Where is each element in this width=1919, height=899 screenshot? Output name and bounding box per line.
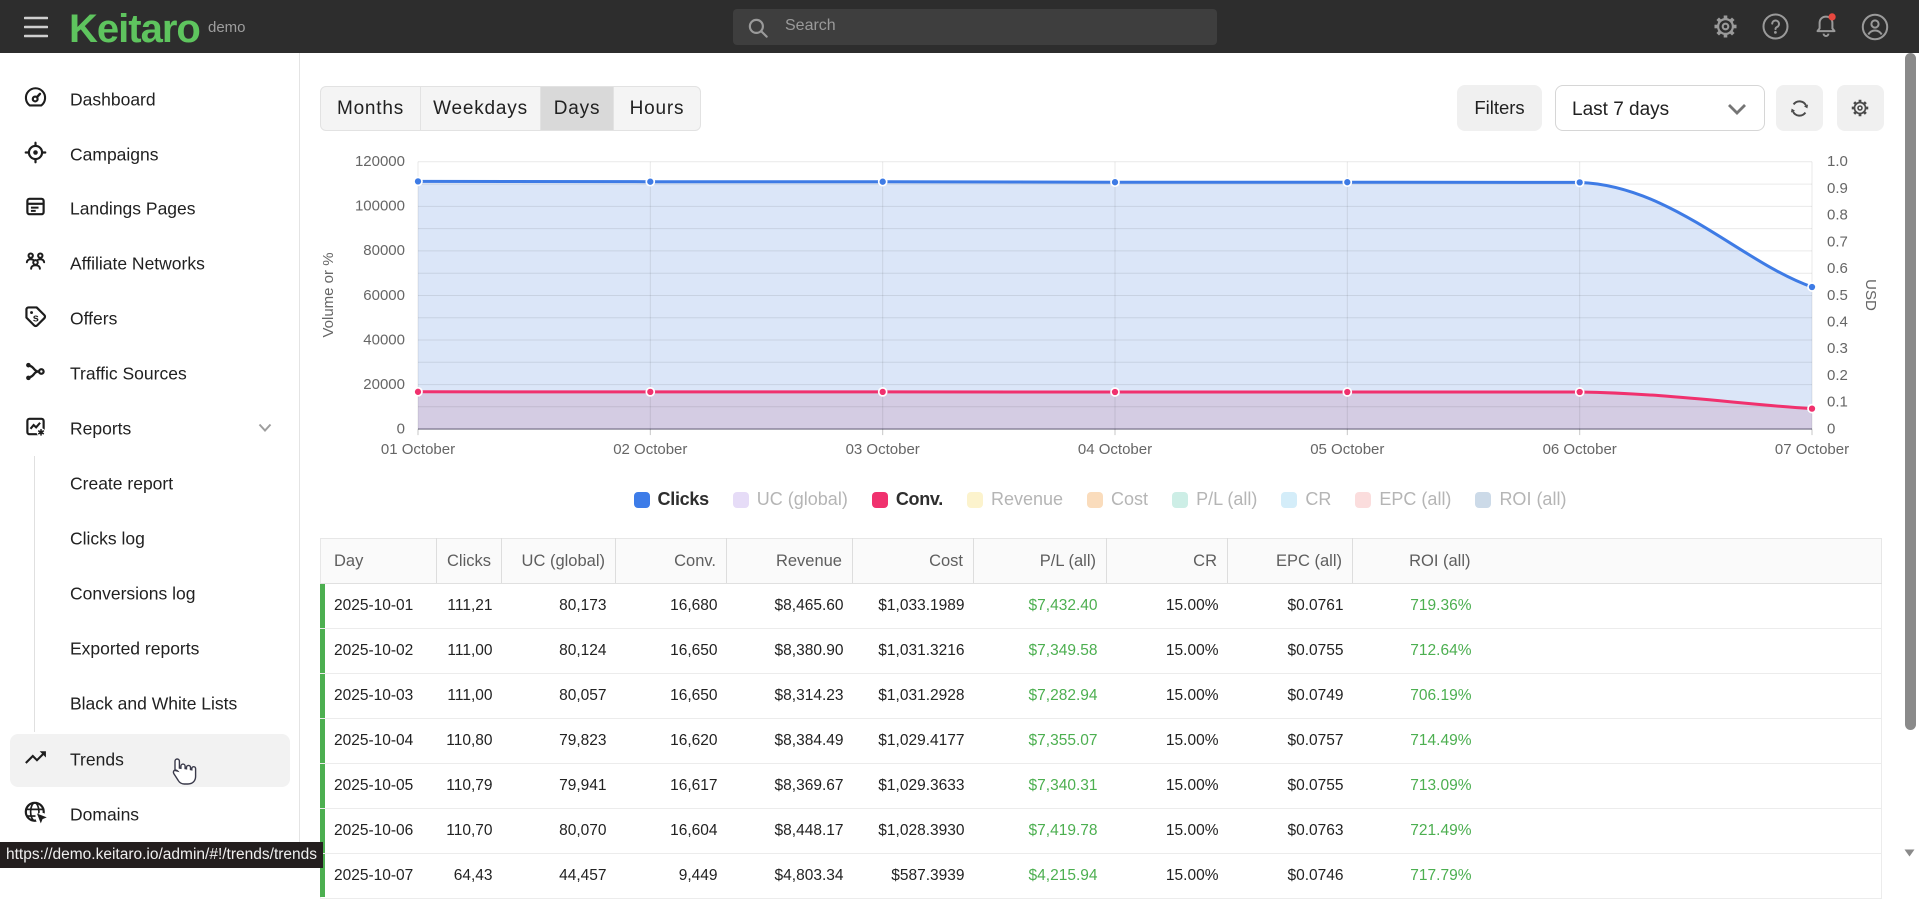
- svg-text:s: s: [33, 313, 39, 325]
- svg-text:0.6: 0.6: [1827, 260, 1848, 277]
- svg-text:60000: 60000: [363, 287, 405, 304]
- svg-text:06 October: 06 October: [1543, 441, 1617, 458]
- svg-text:120000: 120000: [355, 153, 405, 170]
- svg-text:0.2: 0.2: [1827, 367, 1848, 384]
- svg-text:0.4: 0.4: [1827, 314, 1848, 331]
- svg-text:03 October: 03 October: [846, 441, 920, 458]
- svg-text:0.5: 0.5: [1827, 287, 1848, 304]
- svg-text:0.7: 0.7: [1827, 233, 1848, 250]
- svg-text:1.0: 1.0: [1827, 153, 1848, 170]
- svg-text:80000: 80000: [363, 242, 405, 259]
- svg-text:0.3: 0.3: [1827, 340, 1848, 357]
- svg-text:07 October: 07 October: [1775, 441, 1849, 458]
- svg-text:0.8: 0.8: [1827, 207, 1848, 224]
- svg-text:USD: USD: [1862, 279, 1879, 311]
- svg-text:01 October: 01 October: [381, 441, 455, 458]
- svg-text:20000: 20000: [363, 376, 405, 393]
- svg-text:0.1: 0.1: [1827, 394, 1848, 411]
- svg-text:Volume or %: Volume or %: [320, 252, 337, 337]
- svg-text:0: 0: [1827, 420, 1835, 437]
- svg-text:0.9: 0.9: [1827, 180, 1848, 197]
- svg-text:0: 0: [397, 420, 405, 437]
- svg-text:40000: 40000: [363, 331, 405, 348]
- svg-text:05 October: 05 October: [1310, 441, 1384, 458]
- svg-text:04 October: 04 October: [1078, 441, 1152, 458]
- svg-text:100000: 100000: [355, 198, 405, 215]
- svg-text:02 October: 02 October: [613, 441, 687, 458]
